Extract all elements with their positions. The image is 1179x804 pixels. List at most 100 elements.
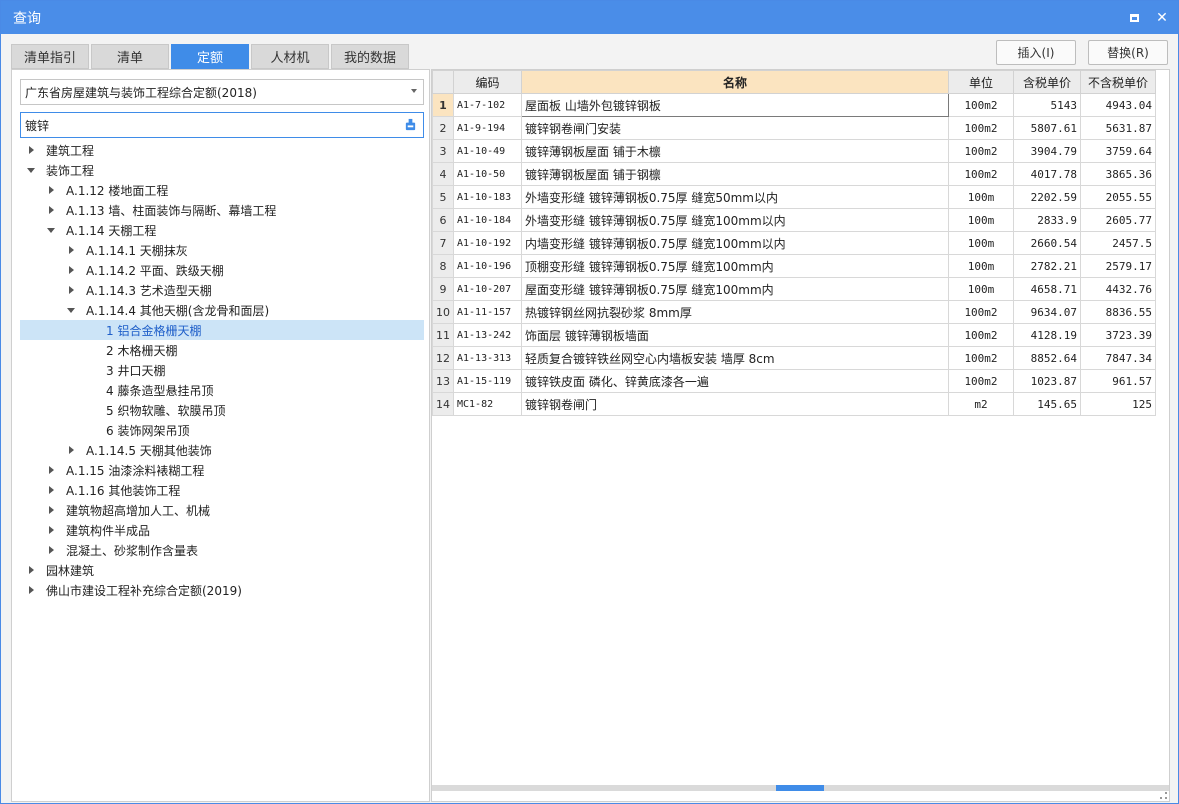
name-cell[interactable]: 镀锌薄钢板屋面 铺于钢檩 (521, 162, 949, 186)
name-cell[interactable]: 内墙变形缝 镀锌薄钢板0.75厚 缝宽100mm以内 (521, 231, 949, 255)
collapsed-arrow-icon[interactable] (66, 265, 76, 275)
unit-cell[interactable]: 100m2 (948, 93, 1014, 117)
tab-my-data[interactable]: 我的数据 (331, 44, 409, 69)
unit-cell[interactable]: 100m2 (948, 139, 1014, 163)
unit-cell[interactable]: 100m (948, 208, 1014, 232)
code-cell[interactable]: A1-10-207 (453, 277, 522, 301)
tree-node[interactable]: A.1.16 其他装饰工程 (20, 480, 424, 500)
row-number[interactable]: 4 (432, 162, 454, 186)
horizontal-scrollbar[interactable] (432, 785, 1169, 791)
collapsed-arrow-icon[interactable] (46, 485, 56, 495)
expanded-arrow-icon[interactable] (26, 165, 36, 175)
replace-button[interactable]: 替换(R) (1088, 40, 1168, 65)
unit-cell[interactable]: m2 (948, 392, 1014, 416)
pretax-price-cell[interactable]: 3759.64 (1080, 139, 1156, 163)
row-number[interactable]: 14 (432, 392, 454, 416)
code-cell[interactable]: A1-15-119 (453, 369, 522, 393)
unit-cell[interactable]: 100m (948, 231, 1014, 255)
code-cell[interactable]: A1-10-196 (453, 254, 522, 278)
table-row[interactable]: 7 A1-10-192 内墙变形缝 镀锌薄钢板0.75厚 缝宽100mm以内 100m… (432, 231, 1156, 255)
tax-price-cell[interactable]: 4017.78 (1013, 162, 1081, 186)
header-tax-price[interactable]: 含税单价 (1013, 70, 1081, 94)
tree-node[interactable]: 装饰工程 (20, 160, 424, 180)
unit-cell[interactable]: 100m2 (948, 323, 1014, 347)
collapsed-arrow-icon[interactable] (66, 245, 76, 255)
pretax-price-cell[interactable]: 961.57 (1080, 369, 1156, 393)
tree-node[interactable]: A.1.14 天棚工程 (20, 220, 424, 240)
row-number[interactable]: 10 (432, 300, 454, 324)
name-cell[interactable]: 顶棚变形缝 镀锌薄钢板0.75厚 缝宽100mm内 (521, 254, 949, 278)
header-name[interactable]: 名称 (521, 70, 949, 94)
code-cell[interactable]: A1-13-313 (453, 346, 522, 370)
pretax-price-cell[interactable]: 2605.77 (1080, 208, 1156, 232)
name-cell[interactable]: 镀锌薄钢板屋面 铺于木檩 (521, 139, 949, 163)
tree-node[interactable]: 混凝土、砂浆制作含量表 (20, 540, 424, 560)
tax-price-cell[interactable]: 1023.87 (1013, 369, 1081, 393)
code-cell[interactable]: A1-10-184 (453, 208, 522, 232)
collapsed-arrow-icon[interactable] (66, 445, 76, 455)
row-number[interactable]: 3 (432, 139, 454, 163)
table-row[interactable]: 10 A1-11-157 热镀锌钢丝网抗裂砂浆 8mm厚 100m2 9634.07 88… (432, 300, 1156, 324)
row-number[interactable]: 12 (432, 346, 454, 370)
tree-node[interactable]: 建筑构件半成品 (20, 520, 424, 540)
code-cell[interactable]: A1-10-183 (453, 185, 522, 209)
row-number[interactable]: 2 (432, 116, 454, 140)
pretax-price-cell[interactable]: 7847.34 (1080, 346, 1156, 370)
tax-price-cell[interactable]: 5807.61 (1013, 116, 1081, 140)
collapsed-arrow-icon[interactable] (46, 205, 56, 215)
tax-price-cell[interactable]: 5143 (1013, 93, 1081, 117)
name-cell[interactable]: 屋面变形缝 镀锌薄钢板0.75厚 缝宽100mm内 (521, 277, 949, 301)
tree-node[interactable]: 佛山市建设工程补充综合定额(2019) (20, 580, 424, 600)
unit-cell[interactable]: 100m (948, 185, 1014, 209)
unit-cell[interactable]: 100m2 (948, 369, 1014, 393)
tree-node[interactable]: 建筑物超高增加人工、机械 (20, 500, 424, 520)
expanded-arrow-icon[interactable] (66, 305, 76, 315)
table-row[interactable]: 3 A1-10-49 镀锌薄钢板屋面 铺于木檩 100m2 3904.79 3759.64 (432, 139, 1156, 163)
tax-price-cell[interactable]: 9634.07 (1013, 300, 1081, 324)
code-cell[interactable]: A1-9-194 (453, 116, 522, 140)
pretax-price-cell[interactable]: 8836.55 (1080, 300, 1156, 324)
tab-bill[interactable]: 清单 (91, 44, 169, 69)
tree-node[interactable]: 1 铝合金格栅天棚 (20, 320, 424, 340)
collapsed-arrow-icon[interactable] (46, 505, 56, 515)
collapsed-arrow-icon[interactable] (46, 185, 56, 195)
tree-node[interactable]: 4 藤条造型悬挂吊顶 (20, 380, 424, 400)
table-row[interactable]: 14 MC1-82 镀锌钢卷闸门 m2 145.65 125 (432, 392, 1156, 416)
tree-node[interactable]: A.1.14.4 其他天棚(含龙骨和面层) (20, 300, 424, 320)
tree-node[interactable]: 2 木格栅天棚 (20, 340, 424, 360)
tax-price-cell[interactable]: 2833.9 (1013, 208, 1081, 232)
code-cell[interactable]: A1-11-157 (453, 300, 522, 324)
row-number[interactable]: 1 (432, 93, 454, 117)
table-row[interactable]: 13 A1-15-119 镀锌铁皮面 磷化、锌黄底漆各一遍 100m2 1023.87 9… (432, 369, 1156, 393)
tree-node[interactable]: A.1.14.5 天棚其他装饰 (20, 440, 424, 460)
name-cell[interactable]: 外墙变形缝 镀锌薄钢板0.75厚 缝宽100mm以内 (521, 208, 949, 232)
table-row[interactable]: 6 A1-10-184 外墙变形缝 镀锌薄钢板0.75厚 缝宽100mm以内 100m… (432, 208, 1156, 232)
name-cell[interactable]: 饰面层 镀锌薄钢板墙面 (521, 323, 949, 347)
tree-node[interactable]: 园林建筑 (20, 560, 424, 580)
tree-node[interactable]: A.1.12 楼地面工程 (20, 180, 424, 200)
header-pretax-price[interactable]: 不含税单价 (1080, 70, 1156, 94)
maximize-button[interactable] (1122, 6, 1146, 30)
name-cell[interactable]: 镀锌钢卷闸门安装 (521, 116, 949, 140)
tab-materials[interactable]: 人材机 (251, 44, 329, 69)
code-cell[interactable]: A1-7-102 (453, 93, 522, 117)
name-cell[interactable]: 热镀锌钢丝网抗裂砂浆 8mm厚 (521, 300, 949, 324)
unit-cell[interactable]: 100m2 (948, 346, 1014, 370)
collapsed-arrow-icon[interactable] (46, 545, 56, 555)
collapsed-arrow-icon[interactable] (46, 525, 56, 535)
quota-library-select[interactable]: 广东省房屋建筑与装饰工程综合定额(2018) (20, 79, 424, 105)
tree-node[interactable]: A.1.14.1 天棚抹灰 (20, 240, 424, 260)
tree-node[interactable]: 建筑工程 (20, 140, 424, 160)
tree-node[interactable]: 5 织物软雕、软膜吊顶 (20, 400, 424, 420)
table-row[interactable]: 12 A1-13-313 轻质复合镀锌铁丝网空心内墙板安装 墙厚 8cm 100m2 8… (432, 346, 1156, 370)
row-number[interactable]: 7 (432, 231, 454, 255)
code-cell[interactable]: MC1-82 (453, 392, 522, 416)
tax-price-cell[interactable]: 4658.71 (1013, 277, 1081, 301)
table-row[interactable]: 5 A1-10-183 外墙变形缝 镀锌薄钢板0.75厚 缝宽50mm以内 100m 2… (432, 185, 1156, 209)
table-row[interactable]: 11 A1-13-242 饰面层 镀锌薄钢板墙面 100m2 4128.19 3723.3… (432, 323, 1156, 347)
name-cell[interactable]: 镀锌铁皮面 磷化、锌黄底漆各一遍 (521, 369, 949, 393)
table-row[interactable]: 2 A1-9-194 镀锌钢卷闸门安装 100m2 5807.61 5631.87 (432, 116, 1156, 140)
search-box[interactable] (20, 112, 424, 138)
tax-price-cell[interactable]: 2202.59 (1013, 185, 1081, 209)
collapsed-arrow-icon[interactable] (26, 145, 36, 155)
